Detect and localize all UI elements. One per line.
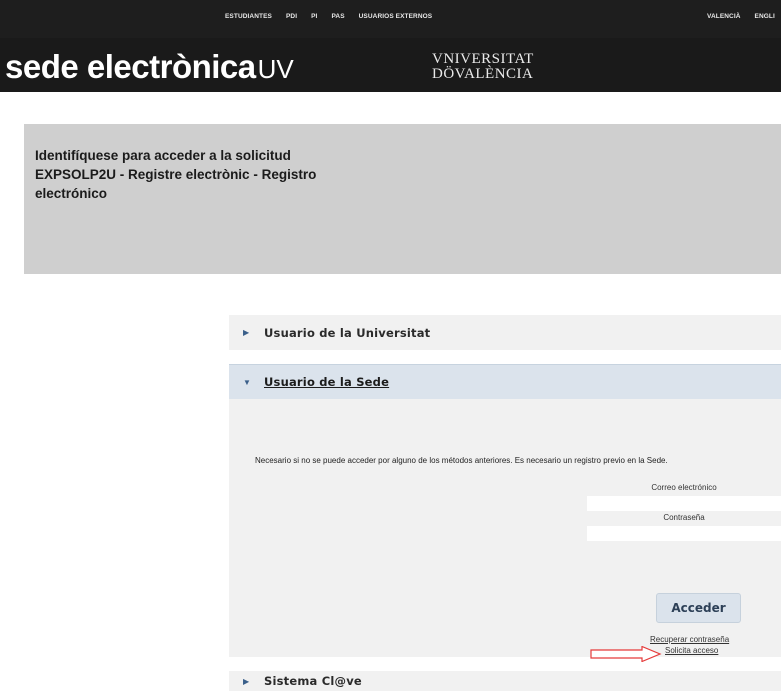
nav-pas[interactable]: PAS <box>331 13 344 20</box>
accordion-clave: ▶ Sistema Cl@ve <box>229 671 781 691</box>
university-logo-line2: DÖVALÈNCIA <box>432 66 534 82</box>
accordion-clave-header[interactable]: ▶ Sistema Cl@ve <box>229 671 781 691</box>
university-logo-line1: VNIVERSITAT <box>432 51 534 67</box>
sede-info-note: Necesario si no se puede acceder por alg… <box>255 456 668 465</box>
top-utility-bar: ESTUDIANTES PDI PI PAS USUARIOS EXTERNOS… <box>0 0 781 38</box>
triangle-down-icon: ▼ <box>243 377 251 387</box>
identification-panel: Identifíquese para acceder a la solicitu… <box>24 124 781 274</box>
triangle-right-icon: ▶ <box>243 676 250 686</box>
university-logo[interactable]: VNIVERSITAT DÖVALÈNCIA <box>432 52 534 82</box>
site-header: sede electrònica UV VNIVERSITAT DÖVALÈNC… <box>0 38 781 92</box>
nav-pi[interactable]: PI <box>311 13 317 20</box>
recover-password-link[interactable]: Recuperar contraseña <box>650 635 729 644</box>
triangle-right-icon: ▶ <box>243 328 250 337</box>
accordion-universitat-label: Usuario de la Universitat <box>264 325 431 340</box>
nav-pdi[interactable]: PDI <box>286 13 297 20</box>
brand-main-text: sede electrònica <box>5 48 256 85</box>
brand-suffix-text: UV <box>257 54 294 84</box>
nav-estudiantes[interactable]: ESTUDIANTES <box>225 13 272 20</box>
accordion-universitat-header[interactable]: ▶ Usuario de la Universitat <box>229 315 781 350</box>
lang-valencia[interactable]: VALENCIÀ <box>707 13 741 20</box>
email-label: Correo electrónico <box>651 483 717 492</box>
sede-logo[interactable]: sede electrònica UV <box>5 48 294 85</box>
email-field[interactable] <box>587 496 781 511</box>
language-switcher: VALENCIÀ ENGLI <box>707 13 775 20</box>
accordion-sede-header[interactable]: ▼ Usuario de la Sede <box>229 364 781 399</box>
nav-usuarios-externos[interactable]: USUARIOS EXTERNOS <box>359 13 433 20</box>
audience-nav: ESTUDIANTES PDI PI PAS USUARIOS EXTERNOS <box>225 13 432 20</box>
accordion-sede-label: Usuario de la Sede <box>264 375 390 389</box>
accordion-sede: ▼ Usuario de la Sede Necesario si no se … <box>229 364 781 657</box>
red-arrow-icon <box>590 646 662 662</box>
accordion-universitat: ▶ Usuario de la Universitat <box>229 315 781 350</box>
password-field[interactable] <box>587 526 781 541</box>
request-access-link[interactable]: Solicita acceso <box>665 646 718 655</box>
password-label: Contraseña <box>663 513 705 522</box>
acceder-button[interactable]: Acceder <box>656 593 741 623</box>
accordion-clave-label: Sistema Cl@ve <box>264 674 362 688</box>
lang-english[interactable]: ENGLI <box>755 13 775 20</box>
page-title: Identifíquese para acceder a la solicitu… <box>35 148 317 201</box>
